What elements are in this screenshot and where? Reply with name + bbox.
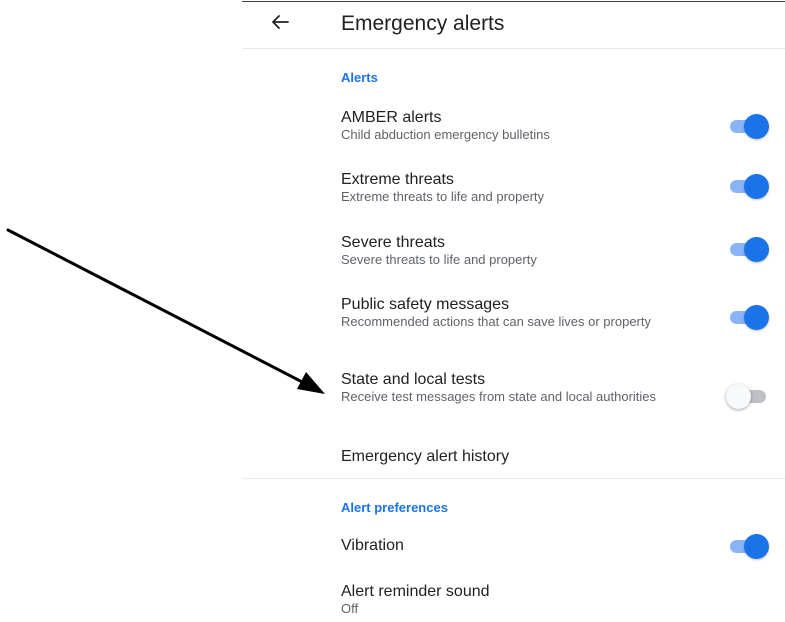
switch-thumb: [744, 174, 769, 199]
arrow-back-icon-graphic: [272, 15, 289, 29]
setting-subtitle: Child abduction emergency bulletins: [341, 127, 550, 142]
setting-text: Emergency alert history: [341, 447, 686, 466]
setting-text: State and local tests Receive test messa…: [341, 370, 686, 405]
setting-vibration[interactable]: Vibration: [242, 534, 785, 562]
setting-text: AMBER alerts Child abduction emergency b…: [341, 108, 686, 143]
setting-subtitle: Extreme threats to life and property: [341, 189, 545, 204]
setting-state-and-local-tests[interactable]: State and local tests Receive test messa…: [242, 370, 785, 426]
setting-amber-alerts[interactable]: AMBER alerts Child abduction emergency b…: [242, 108, 785, 158]
app-bar: Emergency alerts: [242, 2, 785, 48]
setting-title: AMBER alerts: [341, 109, 442, 126]
setting-extreme-threats[interactable]: Extreme threats Extreme threats to life …: [242, 170, 785, 220]
setting-title: State and local tests: [341, 371, 486, 388]
setting-title: Severe threats: [341, 234, 446, 251]
section-header-alert-preferences: Alert preferences: [341, 500, 448, 515]
vibration-switch[interactable]: [726, 534, 772, 559]
extreme-threats-switch[interactable]: [726, 174, 772, 199]
section-header-alerts: Alerts: [341, 70, 378, 85]
settings-screen: Emergency alerts Alerts AMBER alerts Chi…: [242, 0, 785, 622]
switch-thumb: [744, 534, 769, 559]
setting-title: Extreme threats: [341, 171, 454, 188]
setting-title: Emergency alert history: [341, 448, 510, 465]
app-bar-divider: [242, 48, 785, 49]
public-safety-messages-switch[interactable]: [726, 305, 772, 330]
setting-title: Alert reminder sound: [341, 583, 490, 600]
page-title: Emergency alerts: [341, 12, 505, 35]
switch-thumb: [744, 114, 769, 139]
arrow-back-icon[interactable]: [268, 10, 292, 34]
setting-severe-threats[interactable]: Severe threats Severe threats to life an…: [242, 233, 785, 283]
setting-text: Alert reminder sound Off: [341, 582, 686, 617]
setting-subtitle: Recommended actions that can save lives …: [341, 314, 651, 329]
setting-subtitle: Severe threats to life and property: [341, 252, 537, 267]
state-and-local-tests-switch[interactable]: [726, 384, 772, 409]
setting-text: Extreme threats Extreme threats to life …: [341, 170, 686, 205]
setting-title: Vibration: [341, 537, 404, 554]
setting-text: Vibration: [341, 536, 686, 555]
section-divider: [242, 478, 785, 479]
switch-thumb: [726, 384, 751, 409]
setting-text: Severe threats Severe threats to life an…: [341, 233, 686, 268]
switch-thumb: [744, 237, 769, 262]
setting-title: Public safety messages: [341, 296, 510, 313]
setting-public-safety-messages[interactable]: Public safety messages Recommended actio…: [242, 295, 785, 351]
setting-alert-reminder-sound[interactable]: Alert reminder sound Off: [242, 582, 785, 620]
setting-subtitle: Receive test messages from state and loc…: [341, 389, 657, 404]
amber-alerts-switch[interactable]: [726, 114, 772, 139]
switch-thumb: [744, 305, 769, 330]
severe-threats-switch[interactable]: [726, 237, 772, 262]
setting-text: Public safety messages Recommended actio…: [341, 295, 686, 330]
setting-subtitle: Off: [341, 601, 359, 616]
setting-emergency-alert-history[interactable]: Emergency alert history: [242, 447, 785, 471]
